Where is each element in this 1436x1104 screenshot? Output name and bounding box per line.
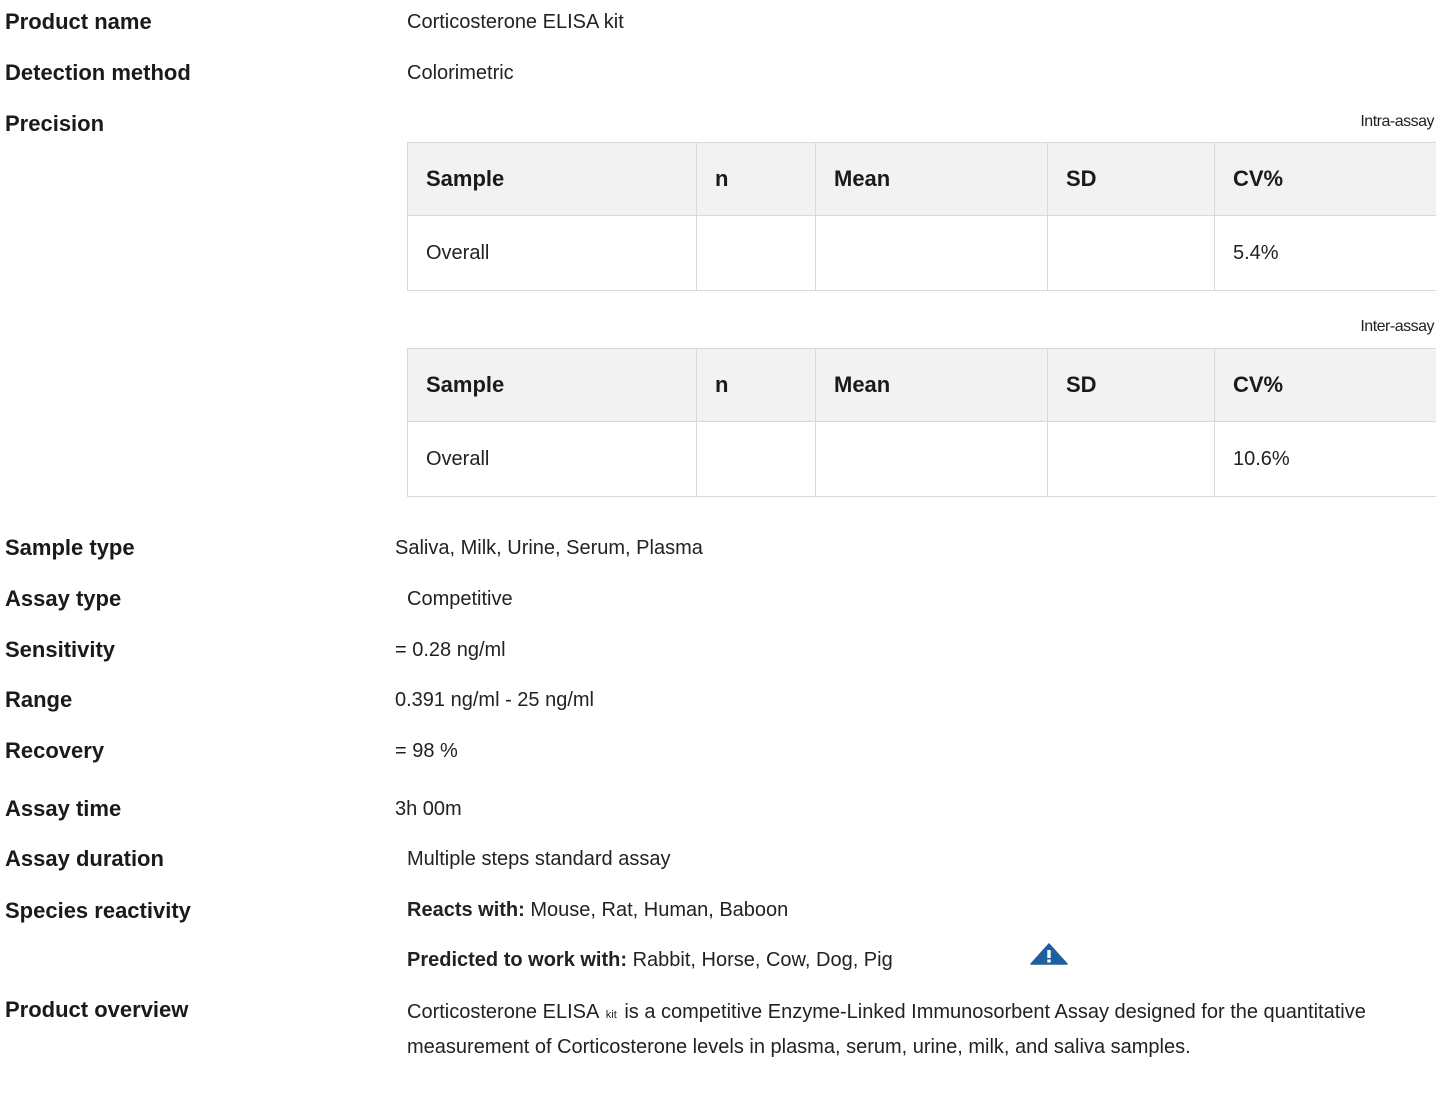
- column-header-cv: CV%: [1214, 142, 1436, 216]
- reacts-with-label: Reacts with:: [407, 899, 525, 921]
- column-header-mean: Mean: [815, 348, 1048, 422]
- label-assay-duration: Assay duration: [5, 846, 164, 871]
- value-assay-time: 3h 00m: [395, 798, 462, 820]
- cell-n: [696, 215, 816, 291]
- column-header-sd: SD: [1047, 142, 1215, 216]
- cell-mean: [815, 421, 1048, 497]
- table-row: Overall 10.6%: [407, 421, 1436, 497]
- overview-kit-small: kit: [605, 1009, 617, 1021]
- value-predicted-to-work-with: Predicted to work with: Rabbit, Horse, C…: [407, 949, 893, 972]
- column-header-sample: Sample: [407, 142, 697, 216]
- label-species-reactivity: Species reactivity: [5, 898, 191, 923]
- table-row: Overall 5.4%: [407, 215, 1436, 291]
- label-sample-type: Sample type: [5, 535, 135, 560]
- cell-cv: 5.4%: [1214, 215, 1436, 291]
- value-range: 0.391 ng/ml - 25 ng/ml: [395, 689, 594, 711]
- cell-n: [696, 421, 816, 497]
- intra-assay-caption: Intra-assay: [1360, 113, 1434, 130]
- column-header-sample: Sample: [407, 348, 697, 422]
- column-header-n: n: [696, 348, 816, 422]
- cell-cv: 10.6%: [1214, 421, 1436, 497]
- label-detection-method: Detection method: [5, 60, 191, 85]
- value-assay-duration: Multiple steps standard assay: [407, 848, 671, 870]
- label-precision: Precision: [5, 111, 105, 136]
- label-range: Range: [5, 687, 73, 712]
- column-header-n: n: [696, 142, 816, 216]
- value-assay-type: Competitive: [407, 588, 513, 610]
- warning-triangle-icon[interactable]: [1030, 943, 1068, 965]
- cell-sample: Overall: [407, 215, 697, 291]
- column-header-mean: Mean: [815, 142, 1048, 216]
- table-header-row: Sample n Mean SD CV%: [407, 142, 1436, 216]
- label-recovery: Recovery: [5, 738, 105, 763]
- label-assay-time: Assay time: [5, 796, 122, 821]
- value-reacts-with: Reacts with: Mouse, Rat, Human, Baboon: [407, 899, 788, 922]
- cell-sample: Overall: [407, 421, 697, 497]
- inter-assay-caption: Inter-assay: [1360, 318, 1434, 335]
- value-detection-method: Colorimetric: [407, 62, 514, 84]
- predicted-label: Predicted to work with:: [407, 949, 628, 971]
- predicted-species: Rabbit, Horse, Cow, Dog, Pig: [632, 949, 893, 971]
- value-product-name: Corticosterone ELISA kit: [407, 11, 624, 33]
- value-recovery: = 98 %: [395, 740, 458, 762]
- label-assay-type: Assay type: [5, 586, 122, 611]
- intra-assay-table: Sample n Mean SD CV% Overall 5.4%: [407, 142, 1436, 291]
- value-sample-type: Saliva, Milk, Urine, Serum, Plasma: [395, 537, 703, 559]
- column-header-sd: SD: [1047, 348, 1215, 422]
- reacts-with-species: Mouse, Rat, Human, Baboon: [530, 899, 789, 921]
- label-sensitivity: Sensitivity: [5, 637, 116, 662]
- value-product-overview: Corticosterone ELISA kit is a competitiv…: [407, 996, 1436, 1063]
- cell-sd: [1047, 421, 1215, 497]
- label-product-name: Product name: [5, 9, 152, 34]
- cell-mean: [815, 215, 1048, 291]
- cell-sd: [1047, 215, 1215, 291]
- table-header-row: Sample n Mean SD CV%: [407, 348, 1436, 422]
- value-sensitivity: = 0.28 ng/ml: [395, 639, 506, 661]
- label-product-overview: Product overview: [5, 997, 189, 1022]
- inter-assay-table: Sample n Mean SD CV% Overall 10.6%: [407, 348, 1436, 497]
- overview-text-start: Corticosterone ELISA: [407, 1001, 599, 1023]
- column-header-cv: CV%: [1214, 348, 1436, 422]
